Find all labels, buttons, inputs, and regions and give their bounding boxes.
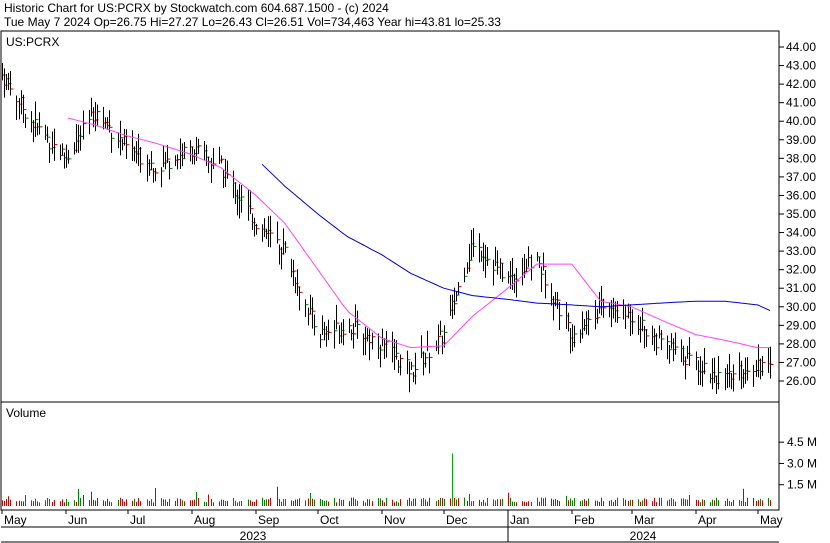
price-tick-label: 39.00 [786, 133, 816, 147]
month-label: Jul [130, 513, 145, 527]
month-label: Sep [258, 513, 280, 527]
price-tick-label: 28.00 [786, 337, 816, 351]
price-panel-title: US:PCRX [6, 35, 59, 49]
volume-bars [2, 453, 771, 506]
year-label-2024: 2024 [630, 529, 657, 543]
price-tick-label: 44.00 [786, 40, 816, 54]
price-tick-label: 37.00 [786, 170, 816, 184]
moving-average-short-line [67, 117, 770, 349]
price-tick-label: 29.00 [786, 318, 816, 332]
month-label: Aug [194, 513, 215, 527]
month-label: Oct [320, 513, 339, 527]
price-tick-label: 27.00 [786, 355, 816, 369]
price-tick-label: 38.00 [786, 151, 816, 165]
volume-axis-ticks: 4.5 M 3.0 M 1.5 M [779, 435, 817, 492]
price-tick-label: 34.00 [786, 226, 816, 240]
month-label: May [4, 513, 27, 527]
price-tick-label: 41.00 [786, 96, 816, 110]
month-label: Nov [384, 513, 405, 527]
price-axis-ticks: 44.00 43.00 42.00 41.00 40.00 39.00 38.00 37.00… [779, 40, 816, 388]
price-tick-label: 33.00 [786, 244, 816, 258]
volume-tick-label: 4.5 M [787, 435, 817, 449]
volume-tick-label: 1.5 M [787, 478, 817, 492]
price-tick-label: 35.00 [786, 207, 816, 221]
stock-chart: US:PCRX 44.00 43.00 42.00 41.00 40.00 39.00 38… [0, 30, 817, 543]
volume-panel-title: Volume [6, 406, 46, 420]
year-label-2023: 2023 [240, 529, 267, 543]
month-label: Jan [510, 513, 529, 527]
price-bars [2, 62, 774, 394]
month-label: May [760, 513, 783, 527]
price-tick-label: 40.00 [786, 114, 816, 128]
price-tick-label: 42.00 [786, 77, 816, 91]
month-label: Dec [446, 513, 467, 527]
month-label: Apr [698, 513, 717, 527]
price-tick-label: 36.00 [786, 188, 816, 202]
price-tick-label: 26.00 [786, 374, 816, 388]
month-label: Jun [68, 513, 87, 527]
volume-tick-label: 3.0 M [787, 456, 817, 470]
price-tick-label: 43.00 [786, 59, 816, 73]
volume-panel-frame [0, 401, 780, 511]
price-tick-label: 31.00 [786, 281, 816, 295]
price-panel-frame [0, 30, 780, 403]
month-axis-labels: May Jun Jul Aug Sep Oct Nov Dec Jan Feb Mar Apr May [4, 513, 783, 527]
price-tick-label: 30.00 [786, 300, 816, 314]
price-tick-label: 32.00 [786, 263, 816, 277]
month-label: Mar [634, 513, 655, 527]
month-label: Feb [574, 513, 595, 527]
